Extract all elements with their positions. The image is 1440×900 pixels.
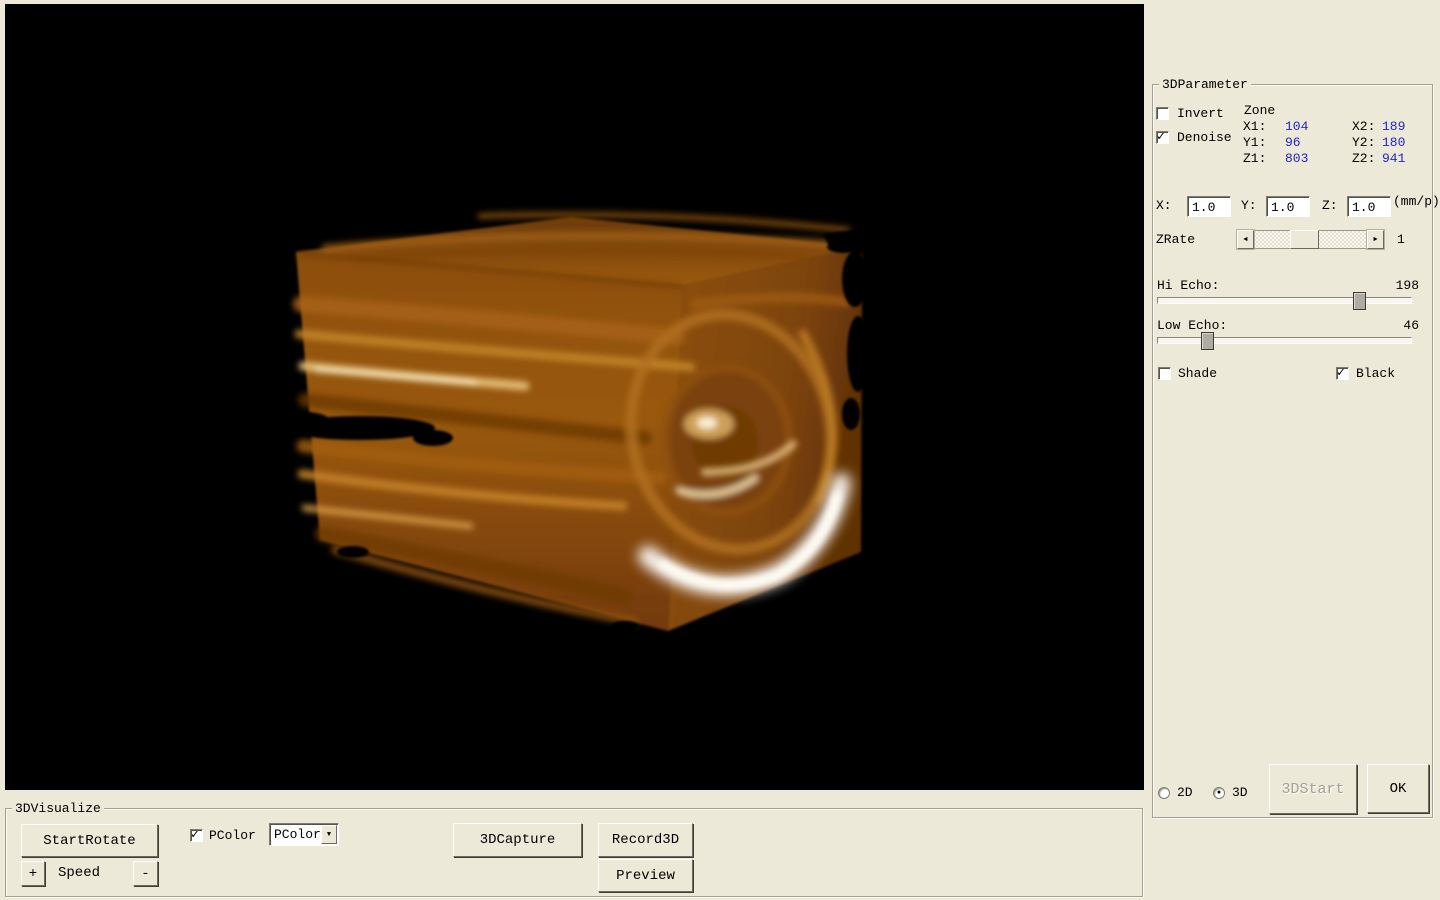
- mode-3d-radio[interactable]: ●: [1213, 787, 1225, 799]
- low-echo-track[interactable]: [1157, 337, 1412, 344]
- hi-echo-thumb[interactable]: [1353, 292, 1366, 310]
- denoise-check-icon: ✓: [1157, 129, 1165, 144]
- zone-z1-value: 803: [1285, 151, 1308, 166]
- low-echo-value: 46: [1379, 319, 1419, 333]
- chevron-down-icon[interactable]: ▼: [321, 825, 337, 844]
- zone-y2-value: 180: [1382, 135, 1405, 150]
- parameter-panel-title: 3DParameter: [1159, 77, 1251, 92]
- mode-3d-dot-icon: ●: [1217, 790, 1221, 797]
- pcolor-check-icon: ✓: [191, 827, 199, 842]
- zone-row-x: X1: 104 X2: 189: [1243, 119, 1433, 135]
- black-checkbox[interactable]: ✓: [1336, 367, 1349, 380]
- zone-title: Zone: [1244, 104, 1275, 118]
- pcolor-checkbox[interactable]: ✓: [190, 829, 203, 842]
- low-echo-label: Low Echo:: [1157, 319, 1227, 333]
- zone-y1-value: 96: [1285, 135, 1301, 150]
- scale-z-input[interactable]: [1347, 196, 1391, 217]
- zone-y2-label: Y2:: [1352, 135, 1375, 150]
- invert-checkbox[interactable]: [1156, 107, 1169, 120]
- capture-3d-button[interactable]: 3DCapture: [453, 823, 582, 857]
- scale-y-label: Y:: [1241, 199, 1257, 213]
- zone-z1-label: Z1:: [1243, 151, 1266, 166]
- record-3d-button[interactable]: Record3D: [598, 823, 693, 857]
- zone-table: X1: 104 X2: 189 Y1: 96 Y2: 180 Z1: 803 Z…: [1243, 119, 1433, 167]
- speed-label: Speed: [58, 866, 100, 880]
- mode-3d-label: 3D: [1232, 786, 1248, 800]
- speed-minus-button[interactable]: -: [133, 861, 158, 886]
- zrate-thumb[interactable]: [1290, 230, 1319, 249]
- mode-2d-label: 2D: [1177, 786, 1193, 800]
- hi-echo-label: Hi Echo:: [1157, 279, 1219, 293]
- app-window: { "panel3d": { "title": "3DParameter", "…: [0, 0, 1440, 900]
- visualize-panel: 3DVisualize StartRotate + Speed - ✓ PCol…: [5, 808, 1143, 897]
- black-label: Black: [1356, 367, 1395, 381]
- visualize-panel-title: 3DVisualize: [12, 801, 104, 816]
- zone-z2-value: 941: [1382, 151, 1405, 166]
- denoise-checkbox[interactable]: ✓: [1156, 131, 1169, 144]
- speed-plus-button[interactable]: +: [21, 861, 45, 886]
- scale-y-input[interactable]: [1266, 196, 1310, 217]
- zone-row-y: Y1: 96 Y2: 180: [1243, 135, 1433, 151]
- shade-checkbox[interactable]: [1158, 367, 1171, 380]
- zone-x1-value: 104: [1285, 119, 1308, 134]
- zrate-scrollbar[interactable]: ◄ ►: [1237, 230, 1384, 249]
- scale-unit-label: (mm/p): [1393, 195, 1440, 209]
- invert-label: Invert: [1177, 107, 1224, 121]
- pcolor-label: PColor: [209, 829, 256, 843]
- zone-x2-value: 189: [1382, 119, 1405, 134]
- preview-button[interactable]: Preview: [598, 859, 693, 892]
- zone-z2-label: Z2:: [1352, 151, 1375, 166]
- scale-x-label: X:: [1156, 199, 1172, 213]
- scale-x-input[interactable]: [1187, 196, 1231, 217]
- mode-2d-radio[interactable]: [1158, 787, 1170, 799]
- scale-z-label: Z:: [1322, 199, 1338, 213]
- denoise-label: Denoise: [1177, 131, 1232, 145]
- hi-echo-track[interactable]: [1157, 297, 1412, 304]
- zone-x1-label: X1:: [1243, 119, 1266, 134]
- zrate-right-arrow-icon[interactable]: ►: [1367, 230, 1384, 249]
- pcolor-dropdown[interactable]: PColor ▼: [269, 823, 339, 846]
- zone-y1-label: Y1:: [1243, 135, 1266, 150]
- start-rotate-button[interactable]: StartRotate: [21, 824, 158, 857]
- pcolor-dropdown-value: PColor: [274, 827, 321, 842]
- zone-x2-label: X2:: [1352, 119, 1375, 134]
- shade-label: Shade: [1178, 367, 1217, 381]
- zrate-left-arrow-icon[interactable]: ◄: [1237, 230, 1254, 249]
- ok-button[interactable]: OK: [1367, 764, 1429, 813]
- black-check-icon: ✓: [1337, 365, 1345, 380]
- parameter-panel: 3DParameter Invert ✓ Denoise Zone X1: 10…: [1152, 84, 1433, 818]
- hi-echo-value: 198: [1379, 279, 1419, 293]
- zrate-label: ZRate: [1156, 233, 1195, 247]
- start-3d-button[interactable]: 3DStart: [1269, 764, 1357, 814]
- volume-3d-render: [5, 4, 1144, 790]
- zone-row-z: Z1: 803 Z2: 941: [1243, 151, 1433, 167]
- low-echo-thumb[interactable]: [1201, 332, 1214, 350]
- render-viewport[interactable]: [5, 4, 1144, 790]
- zrate-value: 1: [1397, 233, 1405, 247]
